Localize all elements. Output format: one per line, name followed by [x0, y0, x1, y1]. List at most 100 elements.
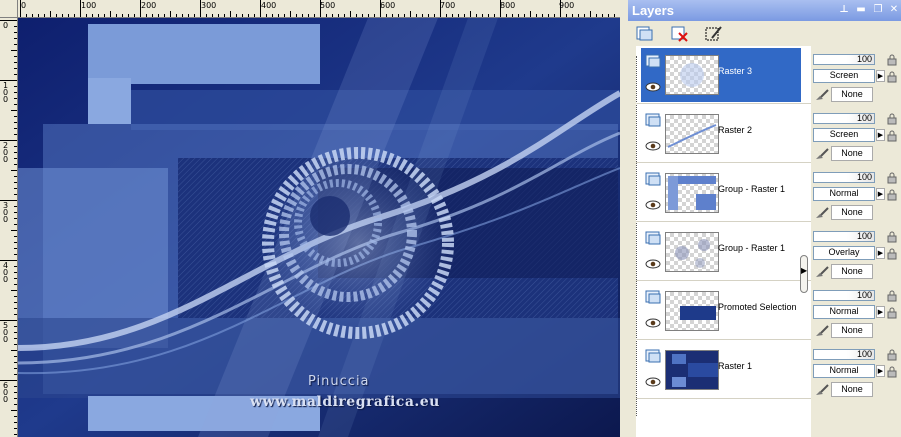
- mask-select[interactable]: None: [831, 146, 873, 161]
- layer-row[interactable]: Raster 1: [636, 341, 811, 399]
- ruler-tick: [416, 14, 417, 17]
- vertical-ruler: 0 100 200 300 400 500 600: [0, 18, 18, 437]
- ruler-tick: [284, 14, 285, 17]
- eye-icon[interactable]: [645, 259, 661, 269]
- chevron-right-icon[interactable]: ▶: [876, 70, 885, 82]
- blend-mode-select[interactable]: Normal: [813, 364, 875, 378]
- ruler-tick: [308, 14, 309, 17]
- palette-titlebar[interactable]: Layers ⊥ ▬ ❐ ✕: [628, 0, 901, 21]
- brush-icon[interactable]: [814, 206, 830, 220]
- eye-icon[interactable]: [645, 141, 661, 151]
- ruler-tick: [254, 14, 255, 17]
- opacity-slider[interactable]: 100: [813, 349, 875, 360]
- layer-properties-icon[interactable]: [704, 24, 724, 43]
- eye-icon[interactable]: [645, 200, 661, 210]
- blend-mode-select[interactable]: Overlay: [813, 246, 875, 260]
- blend-mode-select[interactable]: Normal: [813, 187, 875, 201]
- ruler-tick: [50, 11, 51, 17]
- ruler-label: 600: [380, 1, 396, 10]
- blend-mode-select[interactable]: Normal: [813, 305, 875, 319]
- layer-thumbnail: [665, 55, 719, 95]
- ruler-tick: [14, 266, 17, 267]
- opacity-slider[interactable]: 100: [813, 113, 875, 124]
- layer-row[interactable]: Promoted Selection: [636, 282, 811, 340]
- blend-mode-select[interactable]: Screen: [813, 69, 875, 83]
- blend-mode-value: Overlay: [828, 247, 860, 257]
- ruler-label: 500: [2, 321, 9, 344]
- lock-transparency-icon[interactable]: [887, 231, 897, 243]
- chevron-right-icon[interactable]: ▶: [876, 129, 885, 141]
- mask-select[interactable]: None: [831, 382, 873, 397]
- opacity-slider[interactable]: 100: [813, 172, 875, 183]
- chevron-right-icon[interactable]: ▶: [876, 188, 885, 200]
- ruler-tick: [386, 14, 387, 17]
- lock-transparency-icon[interactable]: [887, 54, 897, 66]
- lock-icon[interactable]: [887, 307, 897, 319]
- chevron-right-icon[interactable]: ▶: [876, 365, 885, 377]
- mask-select[interactable]: None: [831, 264, 873, 279]
- lock-icon[interactable]: [887, 71, 897, 83]
- mask-value: None: [841, 325, 863, 335]
- ruler-tick: [14, 98, 17, 99]
- eye-icon[interactable]: [645, 377, 661, 387]
- ruler-tick: [404, 14, 405, 17]
- lock-icon[interactable]: [887, 130, 897, 142]
- brush-icon[interactable]: [814, 383, 830, 397]
- image-canvas[interactable]: Pinuccia www.maldiregrafica.eu: [18, 18, 620, 437]
- layer-name[interactable]: Promoted Selection: [718, 302, 797, 312]
- lock-icon[interactable]: [887, 189, 897, 201]
- ruler-tick: [92, 14, 93, 17]
- brush-icon[interactable]: [814, 88, 830, 102]
- layer-name[interactable]: Raster 1: [718, 361, 752, 371]
- lock-transparency-icon[interactable]: [887, 113, 897, 125]
- lock-icon[interactable]: [887, 248, 897, 260]
- ruler-tick: [14, 176, 17, 177]
- close-icon[interactable]: ✕: [887, 3, 901, 17]
- ruler-tick: [542, 14, 543, 17]
- chevron-right-icon[interactable]: ▶: [876, 247, 885, 259]
- dock-icon[interactable]: ▬: [854, 3, 868, 17]
- ruler-label: 600: [2, 381, 9, 404]
- pin-icon[interactable]: ⊥: [837, 3, 851, 17]
- chevron-right-icon[interactable]: ▶: [876, 306, 885, 318]
- ruler-tick: [56, 14, 57, 17]
- ruler-tick: [278, 14, 279, 17]
- layer-name[interactable]: Raster 2: [718, 125, 752, 135]
- ruler-tick: [14, 122, 17, 123]
- mask-select[interactable]: None: [831, 87, 873, 102]
- layer-row[interactable]: Group - Raster 1: [636, 164, 811, 222]
- lock-icon[interactable]: [887, 366, 897, 378]
- brush-icon[interactable]: [814, 324, 830, 338]
- layer-row[interactable]: Raster 2: [636, 105, 811, 163]
- lock-transparency-icon[interactable]: [887, 290, 897, 302]
- brush-icon[interactable]: [814, 265, 830, 279]
- brush-icon[interactable]: [814, 147, 830, 161]
- ruler-tick: [11, 290, 17, 291]
- eye-icon[interactable]: [645, 82, 661, 92]
- splitter-arrow-icon[interactable]: ▶: [801, 266, 807, 275]
- opacity-slider[interactable]: 100: [813, 290, 875, 301]
- layer-row[interactable]: Raster 3: [636, 46, 811, 104]
- mask-select[interactable]: None: [831, 205, 873, 220]
- new-layer-icon[interactable]: [634, 24, 654, 43]
- raster-layer-icon: [645, 113, 661, 127]
- ruler-tick: [14, 32, 17, 33]
- eye-icon[interactable]: [645, 318, 661, 328]
- layer-name[interactable]: Group - Raster 1: [718, 184, 785, 194]
- layer-row[interactable]: Group - Raster 1: [636, 223, 811, 281]
- delete-layer-icon[interactable]: [670, 24, 690, 43]
- mask-select[interactable]: None: [831, 323, 873, 338]
- ruler-tick: [434, 14, 435, 17]
- layer-name[interactable]: Raster 3: [718, 66, 752, 76]
- lock-transparency-icon[interactable]: [887, 349, 897, 361]
- ruler-tick: [356, 14, 357, 17]
- layer-name[interactable]: Group - Raster 1: [718, 243, 785, 253]
- ruler-tick: [44, 14, 45, 17]
- blend-mode-select[interactable]: Screen: [813, 128, 875, 142]
- mask-value: None: [841, 384, 863, 394]
- opacity-slider[interactable]: 100: [813, 231, 875, 242]
- ruler-tick: [374, 14, 375, 17]
- lock-transparency-icon[interactable]: [887, 172, 897, 184]
- opacity-slider[interactable]: 100: [813, 54, 875, 65]
- maximize-icon[interactable]: ❐: [871, 3, 885, 17]
